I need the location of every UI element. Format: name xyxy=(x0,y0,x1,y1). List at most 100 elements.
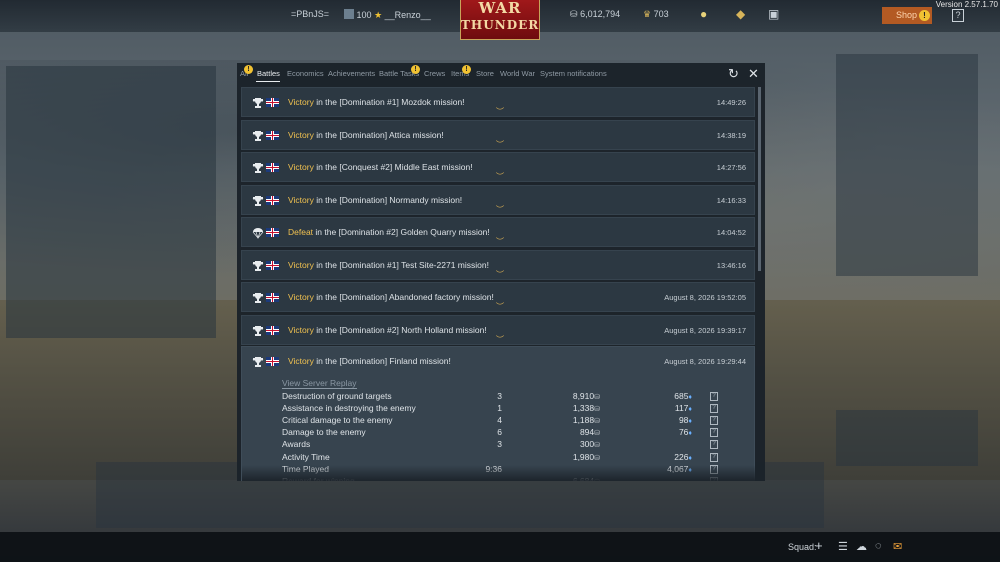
squadron-members-icon[interactable]: ☁ xyxy=(856,540,867,553)
notification-message: Victory in the [Domination] Attica missi… xyxy=(288,130,444,140)
help-icon[interactable]: ? xyxy=(952,9,964,22)
stat-info-icon[interactable]: ? xyxy=(710,404,718,414)
silver-lions-icon: ⛁ xyxy=(594,454,600,462)
battle-description: in the [Domination] Normandy mission! xyxy=(313,194,463,205)
notification-message: Victory in the [Domination #1] Mozdok mi… xyxy=(288,97,465,107)
stat-research-points: 98♦ xyxy=(622,415,692,425)
chat-icon[interactable]: ◌ xyxy=(875,540,882,552)
notification-row[interactable]: Victory in the [Domination #1] Test Site… xyxy=(241,249,755,280)
contacts-list-icon[interactable]: ☰ xyxy=(838,540,848,553)
add-squad-member-icon[interactable]: + xyxy=(815,538,823,553)
notification-row[interactable]: Victory in the [Domination] Abandoned fa… xyxy=(241,282,755,312)
notification-row[interactable]: Victory in the [Domination] Attica missi… xyxy=(241,119,755,150)
battle-result: Defeat xyxy=(288,227,314,237)
stat-silver-lions: 1,188⛁ xyxy=(532,415,600,425)
war-thunder-logo[interactable]: WAR THUNDER xyxy=(460,0,540,40)
list-scrollbar[interactable] xyxy=(758,87,761,271)
expand-chevron-icon[interactable]: ︶ xyxy=(496,139,504,150)
expand-chevron-icon[interactable]: ︶ xyxy=(496,106,504,117)
trophy-icon xyxy=(252,163,264,173)
expand-chevron-icon[interactable]: ︶ xyxy=(496,334,504,345)
notification-message: Victory in the [Domination #2] North Hol… xyxy=(288,325,487,335)
stat-info-icon[interactable]: ? xyxy=(710,440,718,450)
notification-row[interactable]: Victory in the [Domination #2] North Hol… xyxy=(241,314,755,345)
golden-eagles-balance[interactable]: ♛ 703 xyxy=(643,9,669,20)
notification-row[interactable]: Defeat in the [Domination #2] Golden Qua… xyxy=(241,217,755,247)
stat-label: Critical damage to the enemy xyxy=(282,415,393,426)
stat-silver-lions-value: 1,188 xyxy=(572,415,595,426)
expand-chevron-icon[interactable]: ︶ xyxy=(496,301,504,312)
trophy-icon xyxy=(252,130,264,141)
battle-result: Victory xyxy=(288,194,314,205)
stat-info-icon[interactable]: ? xyxy=(710,452,718,462)
squadron-tag[interactable]: =PBnJS= xyxy=(291,9,329,19)
stat-silver-lions: 894⛁ xyxy=(532,427,600,437)
star-icon: ★ xyxy=(374,10,383,20)
expand-chevron-icon[interactable]: ︶ xyxy=(496,204,504,215)
battle-result: Victory xyxy=(288,129,314,140)
refresh-icon[interactable]: ↻ xyxy=(728,66,739,82)
golden-eagles-value: 703 xyxy=(653,9,669,19)
tab-economics[interactable]: Economics xyxy=(287,69,324,78)
silver-lions-balance[interactable]: ⛁ 6,012,794 xyxy=(570,9,620,20)
reward-stat-row: Destruction of ground targets 3 8,910⛁ 685♦… xyxy=(282,391,752,403)
tab-items[interactable]: Items ! xyxy=(451,65,471,78)
expanded-notification[interactable]: Victory in the [Domination] Finland miss… xyxy=(241,346,755,481)
uk-flag-icon xyxy=(266,293,279,302)
stat-research-points-value: 98 xyxy=(678,415,689,426)
stat-label: Damage to the enemy xyxy=(282,427,366,438)
stat-info-icon[interactable]: ? xyxy=(710,416,718,426)
uk-flag-icon xyxy=(266,98,279,107)
tab-crews[interactable]: Crews xyxy=(424,69,445,78)
tab-all[interactable]: All ! xyxy=(240,65,253,78)
battle-description: in the [Domination] Finland mission! xyxy=(313,356,451,366)
battle-description: in the [Conquest #2] Middle East mission… xyxy=(313,162,473,172)
top-bar: =PBnJS= 100 ★ __Renzo__ WAR THUNDER ⛁ 6,… xyxy=(0,0,1000,40)
expand-chevron-icon[interactable]: ︶ xyxy=(496,236,504,247)
tab-world-war[interactable]: World War xyxy=(500,69,535,78)
bottom-fade xyxy=(242,465,755,481)
expand-chevron-icon[interactable]: ︶ xyxy=(496,269,504,280)
stat-count: 3 xyxy=(497,439,502,450)
player-profile[interactable]: 100 ★ __Renzo__ xyxy=(344,9,431,21)
stat-count: 4 xyxy=(497,415,502,426)
tab-battle-tasks[interactable]: Battle Tasks ! xyxy=(379,65,420,78)
mail-icon[interactable]: ✉ xyxy=(893,540,902,553)
stat-silver-lions-value: 8,910 xyxy=(572,391,595,401)
battle-result: Victory xyxy=(288,356,314,366)
tab-achievements[interactable]: Achievements xyxy=(328,69,375,78)
tab-label: Achievements xyxy=(328,69,376,78)
stat-research-points-value: 117 xyxy=(674,403,689,414)
player-name: __Renzo__ xyxy=(384,10,431,20)
uk-flag-icon xyxy=(266,130,279,140)
stat-silver-lions-value: 300 xyxy=(579,439,595,450)
uk-flag-icon xyxy=(266,195,279,205)
close-icon[interactable]: ✕ xyxy=(748,66,759,82)
notification-message: Victory in the [Domination #1] Test Site… xyxy=(288,260,489,270)
tab-system-notifications[interactable]: System notifications xyxy=(540,69,607,78)
trophy-icon xyxy=(252,325,264,336)
tab-battles[interactable]: Battles xyxy=(257,69,280,78)
stat-info-icon[interactable]: ? xyxy=(710,428,718,438)
tab-label: System notifications xyxy=(540,69,607,78)
battle-result: Victory xyxy=(288,292,314,302)
lightbulb-icon[interactable]: ● xyxy=(700,7,707,21)
expand-chevron-icon[interactable]: ︶ xyxy=(496,171,504,182)
premium-icon[interactable]: ◆ xyxy=(736,7,745,21)
notification-time: August 8, 2026 19:39:17 xyxy=(664,325,746,335)
notification-row[interactable]: Victory in the [Domination #1] Mozdok mi… xyxy=(241,87,755,117)
battle-description: in the [Domination] Abandoned factory mi… xyxy=(313,292,494,302)
battle-description: in the [Domination #1] Mozdok mission! xyxy=(313,97,465,107)
battle-description: in the [Domination] Attica mission! xyxy=(313,129,444,140)
notification-time: 13:46:16 xyxy=(716,260,746,270)
avatar xyxy=(344,9,354,19)
trophy-icon xyxy=(252,260,264,271)
view-server-replay-link[interactable]: View Server Replay xyxy=(282,378,357,389)
stat-silver-lions-value: 1,980 xyxy=(572,451,595,462)
notification-row[interactable]: Victory in the [Conquest #2] Middle East… xyxy=(241,152,755,182)
shop-button[interactable]: Shop ! xyxy=(882,7,932,24)
tab-store[interactable]: Store xyxy=(476,69,494,78)
ticket-icon[interactable]: ▣ xyxy=(768,7,779,21)
notification-row[interactable]: Victory in the [Domination] Normandy mis… xyxy=(241,184,755,215)
stat-info-icon[interactable]: ? xyxy=(710,392,718,401)
